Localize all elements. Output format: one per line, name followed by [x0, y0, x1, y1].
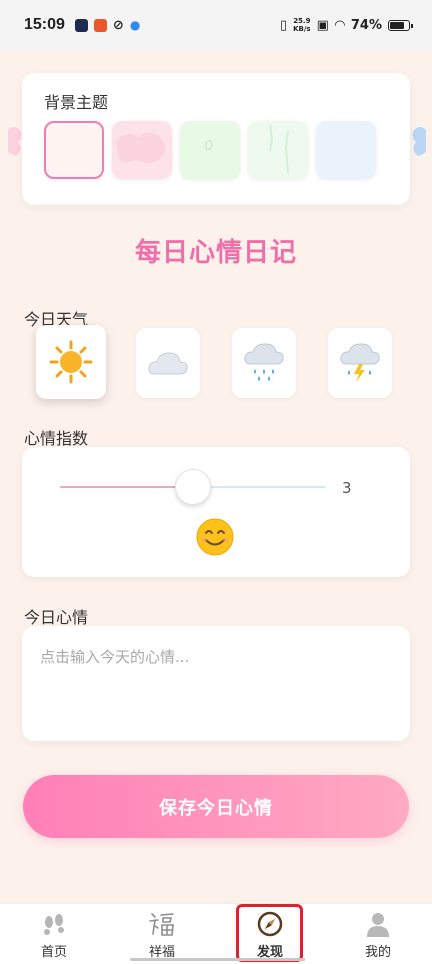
person-icon	[367, 913, 389, 937]
right-blob-decoration	[412, 127, 426, 156]
mood-label: 心情指数	[24, 429, 89, 448]
mood-slider-value: 3	[342, 479, 352, 497]
fu-calligraphy-icon	[149, 913, 174, 936]
nav-item-mine[interactable]: 我的	[324, 904, 432, 964]
weather-option-sunny[interactable]	[36, 325, 106, 399]
status-left: 15:09 ⊘ ●	[24, 16, 140, 34]
weather-option-thunderstorm[interactable]	[328, 328, 392, 398]
footprints-icon	[44, 914, 64, 935]
save-mood-button[interactable]: 保存今日心情	[23, 775, 409, 838]
theme-card: 背景主题	[22, 73, 410, 205]
theme-swatch-green-leaf[interactable]	[180, 121, 240, 179]
diary-input[interactable]	[22, 626, 410, 741]
nav-item-blessing[interactable]: 祥福	[108, 904, 216, 964]
vibrate-icon: ▯	[279, 17, 288, 33]
theme-swatch-plain-peach[interactable]	[44, 121, 104, 179]
link-app-icon: ⊘	[112, 17, 124, 33]
leaf-pattern	[205, 139, 213, 151]
pink-cloud-pattern	[116, 132, 166, 163]
mood-slider-filled-track[interactable]	[60, 486, 193, 488]
mint-lines-pattern	[269, 124, 289, 174]
battery-percent: 74%	[350, 17, 382, 33]
weather-option-rainy[interactable]	[232, 328, 296, 398]
nav-label-mine: 我的	[364, 945, 391, 960]
smiling-face-icon	[196, 518, 234, 556]
thunderstorm-icon	[340, 343, 380, 382]
sim-icon: ▣	[316, 17, 329, 33]
status-bar: 15:09 ⊘ ● ▯ 25.9 KB/s ▣ ◠ 74%	[0, 0, 432, 50]
wifi-icon: ◠	[334, 17, 345, 33]
weather-option-cloudy[interactable]	[136, 328, 200, 398]
theme-swatch-light-blue[interactable]	[316, 121, 376, 179]
cloud-icon	[148, 352, 188, 375]
page-title: 每日心情日记	[134, 238, 297, 268]
shopping-app-icon	[93, 18, 107, 32]
network-speed: 25.9 KB/s	[293, 17, 310, 33]
status-right: ▯ 25.9 KB/s ▣ ◠ 74%	[279, 17, 413, 33]
mood-card: 3	[22, 447, 410, 577]
nav-label-home: 首页	[40, 945, 67, 960]
active-tab-highlight	[236, 904, 303, 962]
mood-slider-thumb[interactable]	[175, 469, 211, 505]
status-time: 15:09	[24, 16, 65, 33]
diary-label: 今日心情	[24, 608, 89, 627]
browser-app-icon: ●	[129, 18, 141, 32]
bottom-nav: 首页 祥福 发现 我的	[0, 903, 432, 964]
diary-card	[22, 626, 410, 741]
theme-title: 背景主题	[44, 93, 109, 112]
video-app-icon	[74, 18, 88, 32]
theme-swatch-mint-green[interactable]	[248, 121, 308, 179]
sun-icon	[49, 340, 93, 384]
network-speed-value: 25.9	[293, 17, 311, 25]
network-speed-unit: KB/s	[293, 25, 311, 33]
mood-slider-empty-track[interactable]	[193, 486, 326, 488]
battery-icon	[388, 19, 413, 31]
rain-icon	[244, 343, 284, 381]
home-indicator	[130, 958, 305, 961]
nav-item-home[interactable]: 首页	[0, 904, 108, 964]
theme-swatch-pink-cloud[interactable]	[112, 121, 172, 179]
